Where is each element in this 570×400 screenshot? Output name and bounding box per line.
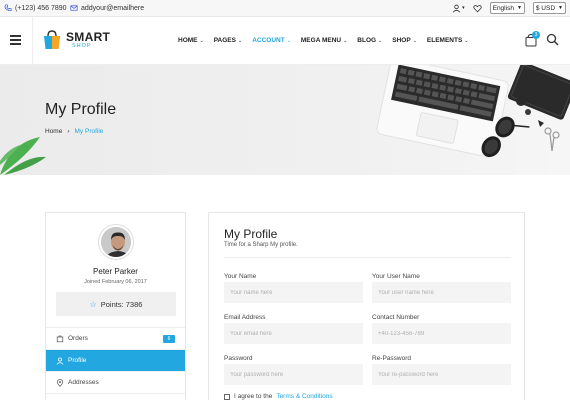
- currency-value: $ USD: [535, 4, 556, 12]
- nav-label: BLOG: [357, 37, 377, 44]
- nav-item-shop[interactable]: SHOP ⌄: [392, 37, 417, 44]
- sidebar-item-addresses[interactable]: Addresses: [46, 371, 185, 393]
- sidebar-item-label: Profile: [68, 357, 87, 364]
- orders-icon: [56, 334, 64, 342]
- phone-icon: [4, 4, 12, 11]
- chevron-down-icon: ▼: [516, 5, 522, 11]
- language-value: English: [492, 4, 514, 12]
- email-label: Email Address: [224, 314, 266, 321]
- chevron-down-icon: ⌄: [199, 37, 204, 44]
- location-icon: [56, 378, 64, 387]
- nav-label: HOME: [178, 37, 198, 44]
- nav-label: ACCOUNT: [252, 37, 285, 44]
- page-hero-banner: My Profile Home › My Profile: [0, 65, 570, 175]
- terms-text: I agree to the: [234, 393, 273, 400]
- terms-link[interactable]: Terms & Conditions: [276, 393, 332, 400]
- hero-decoration-image: [0, 65, 570, 175]
- logo-text: SMART SHOP: [66, 31, 110, 49]
- search-icon[interactable]: [546, 33, 559, 46]
- shopping-bag-logo-icon: [44, 30, 60, 49]
- form-subtitle: Time for a Sharp My profile.: [224, 242, 298, 248]
- cart-count-badge: 3: [532, 31, 540, 39]
- contact-label: Contact Number: [372, 314, 420, 321]
- main-header: SMART SHOP HOME ⌄ PAGES ⌄ ACCOUNT ⌄ MEGA ME…: [0, 17, 570, 65]
- account-menu: Orders 6 Profile Addresses: [46, 327, 185, 400]
- sidebar-item-label: Orders: [68, 335, 88, 342]
- points-box: ☆ Points: 7386: [56, 292, 176, 316]
- chevron-down-icon: ▾: [462, 5, 465, 11]
- nav-item-blog[interactable]: BLOG ⌄: [357, 37, 382, 44]
- avatar: [99, 225, 133, 259]
- username-field[interactable]: [372, 282, 511, 303]
- nav-label: PAGES: [213, 37, 236, 44]
- page-title: My Profile: [45, 101, 117, 118]
- top-right-controls: ▾ English ▼ $ USD ▼: [452, 2, 566, 14]
- form-divider: [224, 257, 511, 258]
- repassword-field[interactable]: [372, 364, 511, 385]
- terms-checkbox[interactable]: [224, 393, 230, 400]
- email-contact[interactable]: addyour@emailhere: [70, 4, 144, 12]
- nav-label: SHOP: [392, 37, 411, 44]
- form-title: My Profile: [224, 227, 278, 241]
- chevron-down-icon: ⌄: [412, 37, 417, 44]
- join-date: Joined February 06, 2017: [84, 279, 147, 285]
- language-select[interactable]: English ▼: [489, 2, 525, 14]
- profile-form-card: My Profile Time for a Sharp My profile. …: [208, 212, 525, 400]
- chevron-down-icon: ⌄: [286, 37, 291, 44]
- header-divider: [32, 17, 33, 65]
- email-address: addyour@emailhere: [81, 4, 145, 12]
- phone-contact: (+123) 456 7890: [4, 4, 67, 12]
- logo-title: SMART: [66, 30, 111, 44]
- chevron-down-icon: ⌄: [343, 37, 348, 44]
- account-dropdown[interactable]: ▾: [452, 4, 465, 13]
- name-field[interactable]: [224, 282, 363, 303]
- repassword-label: Re-Password: [372, 355, 412, 362]
- profile-photo: [101, 227, 131, 257]
- star-icon: ☆: [89, 299, 97, 309]
- sidebar-item-wishlist[interactable]: [46, 393, 185, 400]
- profile-sidebar-card: Peter Parker Joined February 06, 2017 ☆ …: [45, 212, 186, 400]
- sidebar-item-orders[interactable]: Orders 6: [46, 327, 185, 349]
- points-text: Points: 7386: [100, 299, 143, 309]
- username-label: Your User Name: [372, 273, 420, 280]
- contact-number-field[interactable]: [372, 323, 511, 344]
- user-name: Peter Parker: [93, 267, 138, 276]
- chevron-down-icon: ⌄: [378, 37, 383, 44]
- sidebar-item-label: Addresses: [68, 379, 99, 386]
- phone-number: (+123) 456 7890: [15, 4, 67, 12]
- breadcrumb-home-link[interactable]: Home: [45, 128, 62, 135]
- nav-item-pages[interactable]: PAGES ⌄: [214, 37, 242, 44]
- main-nav: HOME ⌄ PAGES ⌄ ACCOUNT ⌄ MEGA MENU ⌄ BLOG ⌄ S…: [178, 37, 469, 44]
- nav-item-mega-menu[interactable]: MEGA MENU ⌄: [301, 37, 347, 44]
- user-icon: [452, 4, 461, 13]
- sidebar-item-profile[interactable]: Profile: [46, 349, 185, 371]
- terms-agreement: I agree to the Terms & Conditions: [224, 393, 333, 400]
- nav-item-home[interactable]: HOME ⌄: [178, 37, 204, 44]
- mail-icon: [70, 5, 78, 11]
- heart-icon[interactable]: [472, 4, 482, 13]
- email-field[interactable]: [224, 323, 363, 344]
- breadcrumb: Home › My Profile: [45, 128, 103, 135]
- nav-label: ELEMENTS: [426, 37, 463, 44]
- nav-item-elements[interactable]: ELEMENTS ⌄: [427, 37, 469, 44]
- chevron-down-icon: ⌄: [464, 37, 469, 44]
- user-icon: [56, 357, 64, 365]
- chevron-down-icon: ⌄: [237, 37, 243, 44]
- breadcrumb-separator-icon: ›: [67, 128, 70, 135]
- password-field[interactable]: [224, 364, 363, 385]
- logo[interactable]: SMART SHOP: [42, 29, 110, 51]
- breadcrumb-current: My Profile: [74, 128, 104, 135]
- nav-item-account[interactable]: ACCOUNT ⌄: [252, 37, 291, 44]
- hamburger-menu-icon[interactable]: [10, 35, 21, 45]
- top-bar: (+123) 456 7890 addyour@emailhere ▾ Engl…: [0, 0, 570, 17]
- orders-count-badge: 6: [163, 335, 175, 343]
- name-label: Your Name: [224, 273, 257, 280]
- chevron-down-icon: ▼: [558, 5, 563, 11]
- nav-label: MEGA MENU: [300, 37, 342, 44]
- password-label: Password: [224, 355, 253, 362]
- currency-select[interactable]: $ USD ▼: [532, 2, 566, 14]
